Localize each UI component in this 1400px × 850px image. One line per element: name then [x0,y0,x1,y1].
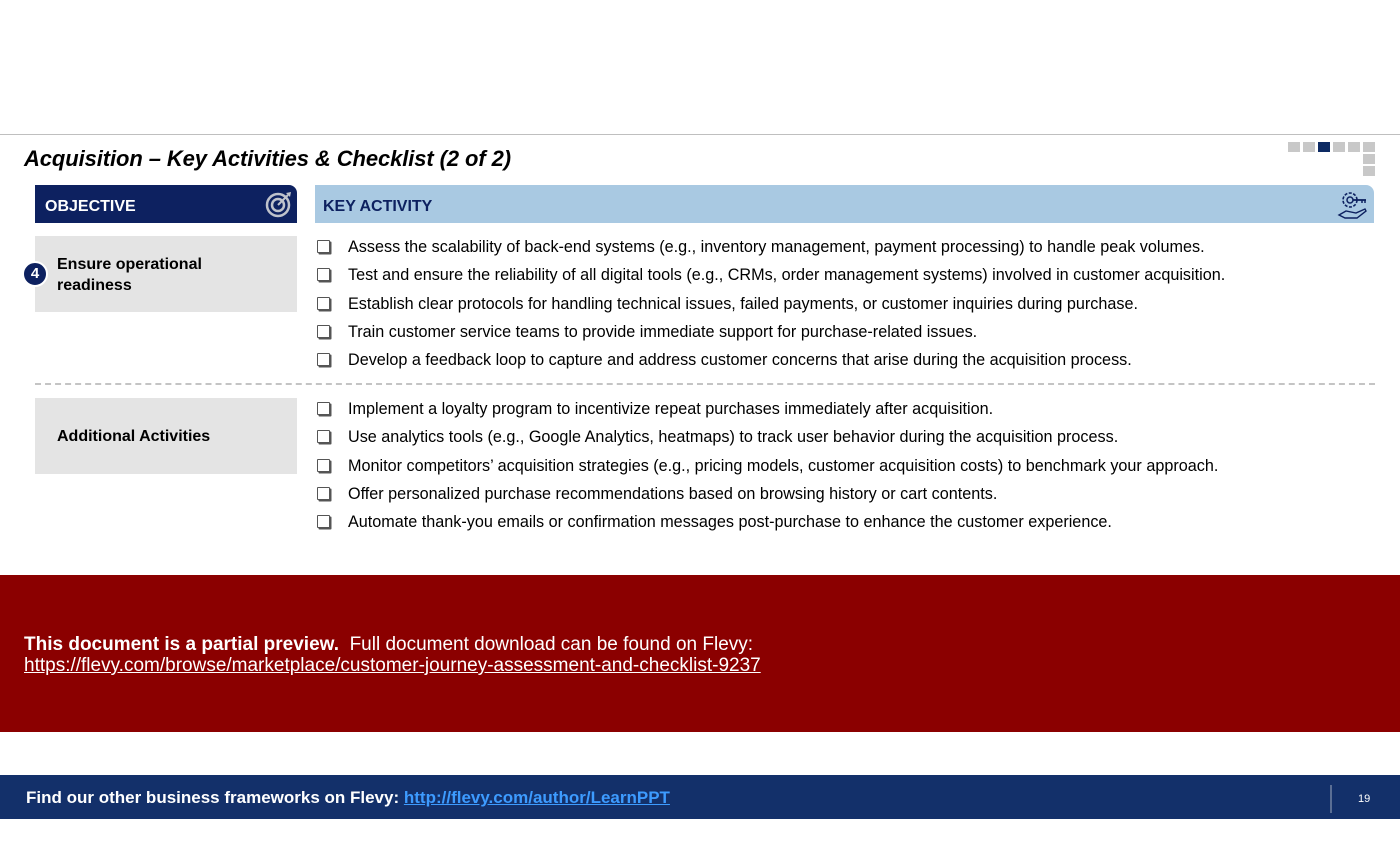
objective-box: Ensure operational readiness [35,236,297,312]
footer-divider [1330,785,1332,813]
objective-number-badge: 4 [22,261,48,287]
nav-square [1348,142,1360,152]
document-download-link[interactable]: https://flevy.com/browse/marketplace/cus… [24,655,761,677]
checklist-item-text: Monitor competitors’ acquisition strateg… [348,456,1219,475]
checklist-item: Monitor competitors’ acquisition strateg… [317,456,1218,484]
footer-message: Find our other business frameworks on Fl… [26,788,670,808]
nav-square [1333,142,1345,152]
checkbox[interactable] [317,402,330,415]
checkbox[interactable] [317,296,330,310]
preview-banner: This document is a partial preview. Full… [0,575,1400,732]
checklist-item-text: Train customer service teams to provide … [348,322,978,341]
nav-square [1303,142,1315,152]
checkbox[interactable] [317,458,330,472]
checkbox[interactable] [317,486,330,500]
checkbox[interactable] [317,324,330,338]
checklist-item: Use analytics tools (e.g., Google Analyt… [317,427,1218,455]
checklist-item: Offer personalized purchase recommendati… [317,484,1218,512]
nav-square [1363,154,1375,164]
checkbox[interactable] [317,268,330,282]
key-activity-header: KEY ACTIVITY [315,185,1374,223]
objective-header-label: OBJECTIVE [45,198,136,215]
checklist-item: Implement a loyalty program to incentivi… [317,399,1218,427]
checklist-item: Train customer service teams to provide … [317,322,1225,350]
checklist-item-text: Automate thank-you emails or confirmatio… [348,513,1112,532]
checklist-item: Automate thank-you emails or confirmatio… [317,512,1218,540]
preview-text: Full document download can be found on F… [349,634,754,655]
preview-message: This document is a partial preview. Full… [24,634,753,656]
checklist-item-text: Establish clear protocols for handling t… [348,294,1138,313]
checklist-item-text: Assess the scalability of back-end syste… [348,238,1205,256]
checkbox[interactable] [317,430,330,444]
checklist-item-text: Implement a loyalty program to incentivi… [348,400,994,418]
checklist-item-text: Offer personalized purchase recommendati… [348,484,998,503]
nav-square [1363,142,1375,152]
footer-bar: Find our other business frameworks on Fl… [0,775,1400,819]
nav-square [1288,142,1300,152]
author-link[interactable]: http://flevy.com/author/LearnPPT [404,788,670,807]
activity-checklist: Assess the scalability of back-end syste… [317,237,1225,378]
top-divider [0,134,1400,135]
page-title: Acquisition – Key Activities & Checklist… [24,146,511,171]
checklist-item-text: Use analytics tools (e.g., Google Analyt… [348,428,1119,447]
checkbox[interactable] [317,515,330,529]
checklist-item: Establish clear protocols for handling t… [317,294,1225,322]
nav-square-active [1318,142,1330,152]
checkbox[interactable] [317,240,330,253]
target-icon [265,190,293,218]
page-number: 19 [1358,793,1371,805]
objective-box: Additional Activities [35,398,297,474]
nav-square [1363,166,1375,176]
checklist-item: Assess the scalability of back-end syste… [317,237,1225,265]
objective-header: OBJECTIVE [35,185,297,223]
checkbox[interactable] [317,353,330,367]
checklist-item: Test and ensure the reliability of all d… [317,265,1225,293]
preview-bold-text: This document is a partial preview. [24,634,339,655]
activity-checklist: Implement a loyalty program to incentivi… [317,399,1218,540]
section-divider [35,383,1375,385]
key-activity-header-label: KEY ACTIVITY [323,198,433,215]
checklist-item-text: Develop a feedback loop to capture and a… [348,351,1132,370]
footer-text: Find our other business frameworks on Fl… [26,788,400,807]
objective-text: Additional Activities [57,428,211,445]
objective-text: Ensure operational readiness [57,256,202,294]
checklist-item: Develop a feedback loop to capture and a… [317,350,1225,378]
hand-gear-key-icon [1336,188,1370,222]
checklist-item-text: Test and ensure the reliability of all d… [348,266,1226,285]
slide-nav-indicator [1288,142,1378,182]
